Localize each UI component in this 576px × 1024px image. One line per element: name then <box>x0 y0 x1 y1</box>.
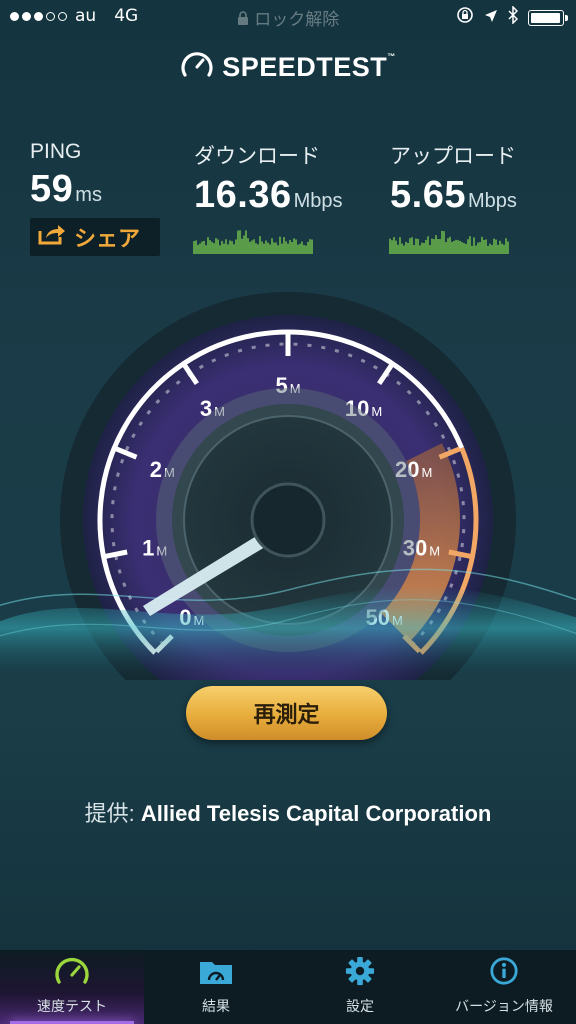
ping-unit: ms <box>75 184 102 206</box>
upload-unit: Mbps <box>467 190 517 212</box>
location-icon <box>484 8 498 28</box>
app-logo: SPEEDTEST™ <box>0 50 576 84</box>
download-unit: Mbps <box>293 190 343 212</box>
download-stat: ダウンロード 16.36 Mbps <box>194 140 343 217</box>
battery-icon <box>528 9 568 26</box>
lock-icon <box>237 10 254 30</box>
tab-label-results: 結果 <box>202 999 230 1015</box>
tab-settings[interactable]: 設定 <box>288 950 432 1024</box>
info-icon <box>488 956 520 996</box>
share-icon <box>38 223 66 251</box>
logo-text: SPEEDTEST™ <box>222 51 396 82</box>
provider-info: 提供: Allied Telesis Capital Corporation <box>0 796 576 828</box>
status-right <box>456 5 568 29</box>
status-bar: au 4G ロック解除 <box>0 0 576 34</box>
tab-results[interactable]: 結果 <box>144 950 288 1024</box>
gauge-hub <box>250 482 326 558</box>
share-label: シェア <box>74 227 141 252</box>
upload-stat: アップロード 5.65 Mbps <box>390 140 517 217</box>
tab-label-speed-test: 速度テスト <box>37 999 107 1015</box>
tab-bar: 速度テスト 結果 設定 バージョン情報 <box>0 950 576 1024</box>
speedometer-logo-icon <box>180 50 214 84</box>
provider-prefix: 提供: <box>84 801 135 826</box>
speedometer-icon <box>54 956 90 996</box>
share-button[interactable]: シェア <box>30 218 160 256</box>
ping-label: PING <box>30 140 82 163</box>
tab-speed-test[interactable]: 速度テスト <box>0 950 144 1024</box>
ping-stat: PING 59 ms <box>30 140 102 211</box>
download-value: 16.36 <box>194 174 292 216</box>
folder-results-icon <box>198 956 234 996</box>
upload-value: 5.65 <box>390 174 466 216</box>
provider-name: Allied Telesis Capital Corporation <box>140 801 492 826</box>
rotation-lock-icon <box>456 6 474 29</box>
ping-value: 59 <box>30 168 74 210</box>
tab-label-about: バージョン情報 <box>455 999 553 1015</box>
download-label: ダウンロード <box>194 145 320 168</box>
upload-label: アップロード <box>390 145 516 168</box>
retest-button[interactable]: 再測定 <box>186 686 387 740</box>
gear-icon <box>344 956 376 996</box>
download-sparkline <box>193 230 313 254</box>
bluetooth-icon <box>508 5 519 29</box>
upload-sparkline <box>389 230 509 254</box>
tab-about[interactable]: バージョン情報 <box>432 950 576 1024</box>
tab-label-settings: 設定 <box>346 999 374 1015</box>
lock-text: ロック解除 <box>254 10 340 30</box>
speed-gauge: 0M1M2M3M5M10M20M30M50M <box>0 292 576 680</box>
